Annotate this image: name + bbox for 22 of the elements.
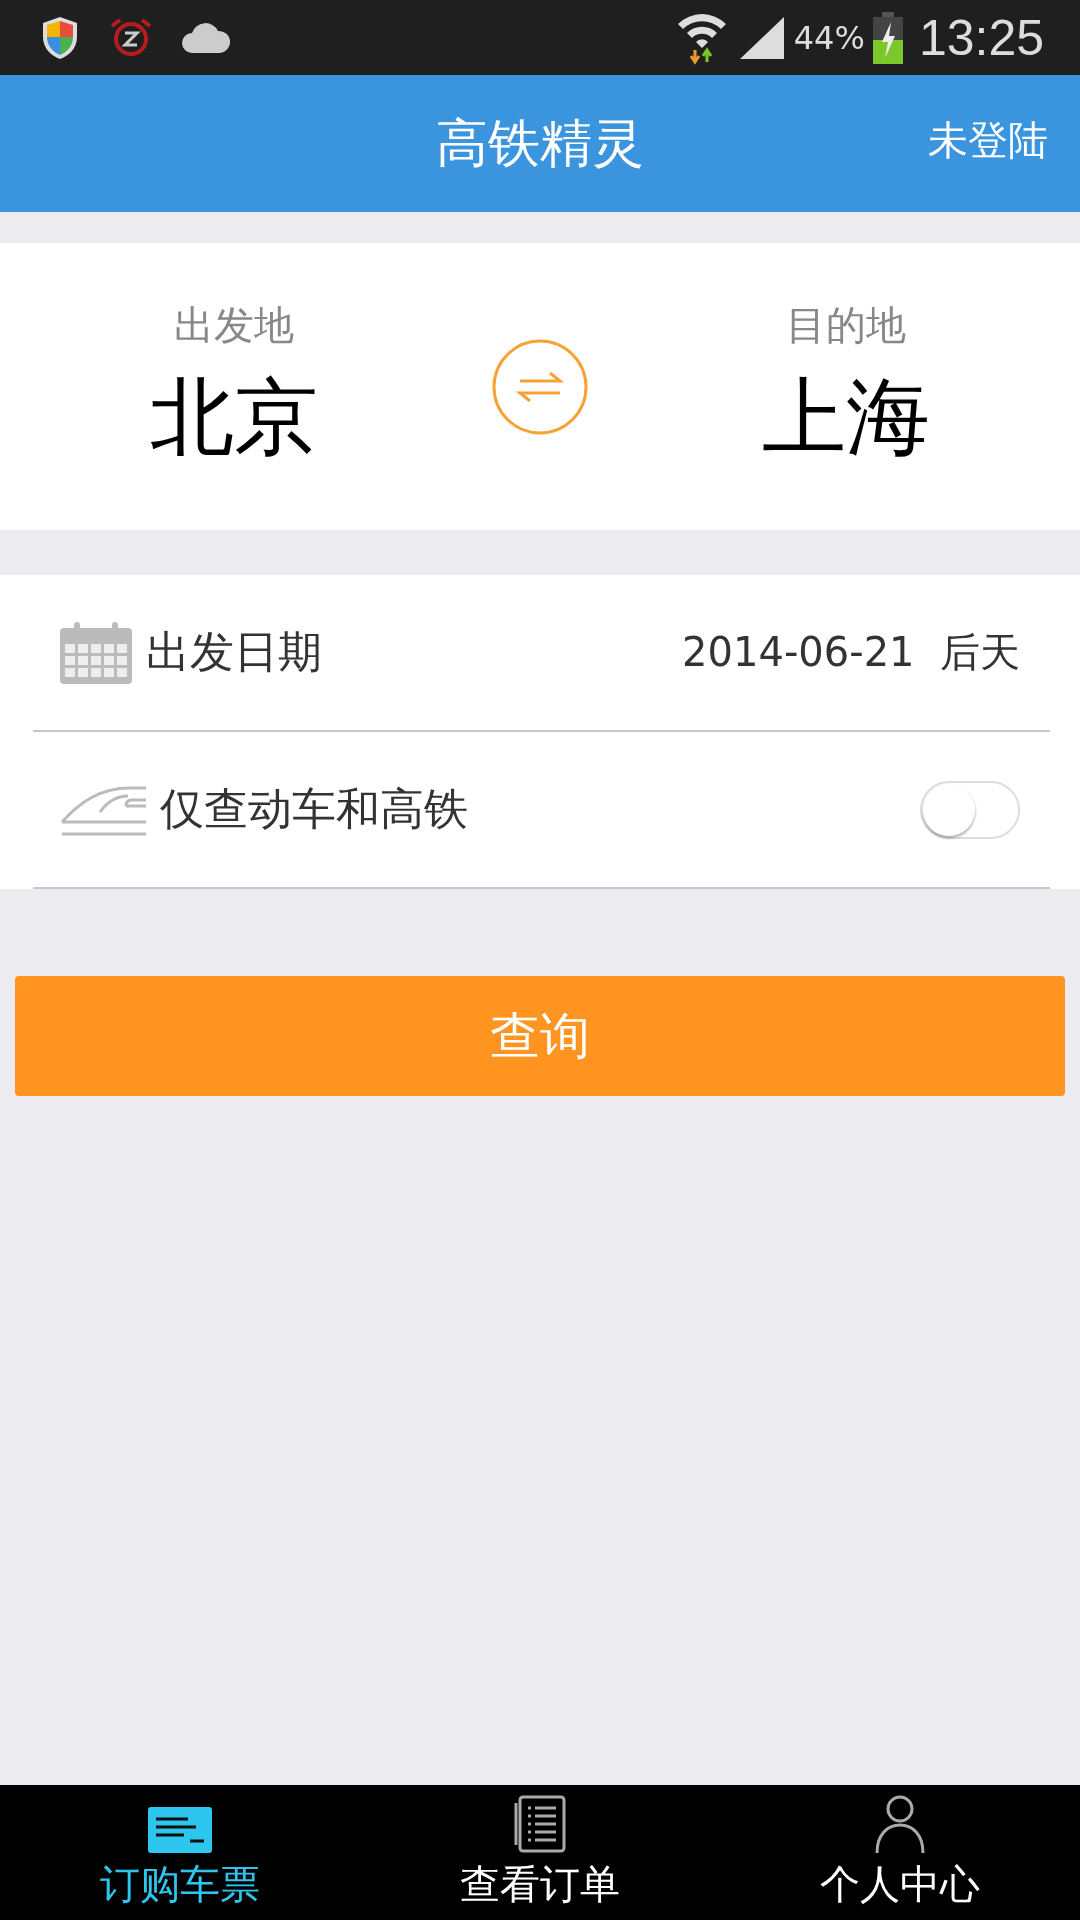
battery-percent: 44% — [793, 18, 865, 57]
departure-city[interactable]: 北京 — [150, 361, 318, 475]
calendar-icon — [60, 621, 132, 684]
filter-label: 仅查动车和高铁 — [160, 782, 468, 836]
shield-icon — [40, 14, 80, 61]
nav-tab[interactable]: 订购车票 — [0, 1785, 360, 1920]
destination-city[interactable]: 上海 — [762, 361, 930, 475]
battery-icon — [872, 11, 903, 64]
clock-time: 13:25 — [918, 8, 1044, 67]
alarm-icon — [108, 16, 154, 59]
app-title: 高铁精灵 — [436, 111, 644, 175]
person-icon — [874, 1795, 926, 1853]
cloud-icon — [182, 22, 230, 53]
swap-icon[interactable] — [492, 338, 588, 435]
list-icon — [514, 1795, 566, 1853]
date-label: 出发日期 — [146, 625, 322, 679]
departure-label: 出发地 — [174, 301, 294, 350]
date-value[interactable]: 2014-06-21 后天 — [682, 625, 1020, 680]
destination-label: 目的地 — [786, 301, 906, 350]
nav-tab[interactable]: 个人中心 — [720, 1785, 1080, 1920]
nav-tab[interactable]: 查看订单 — [360, 1785, 720, 1920]
ticket-icon — [148, 1807, 212, 1853]
